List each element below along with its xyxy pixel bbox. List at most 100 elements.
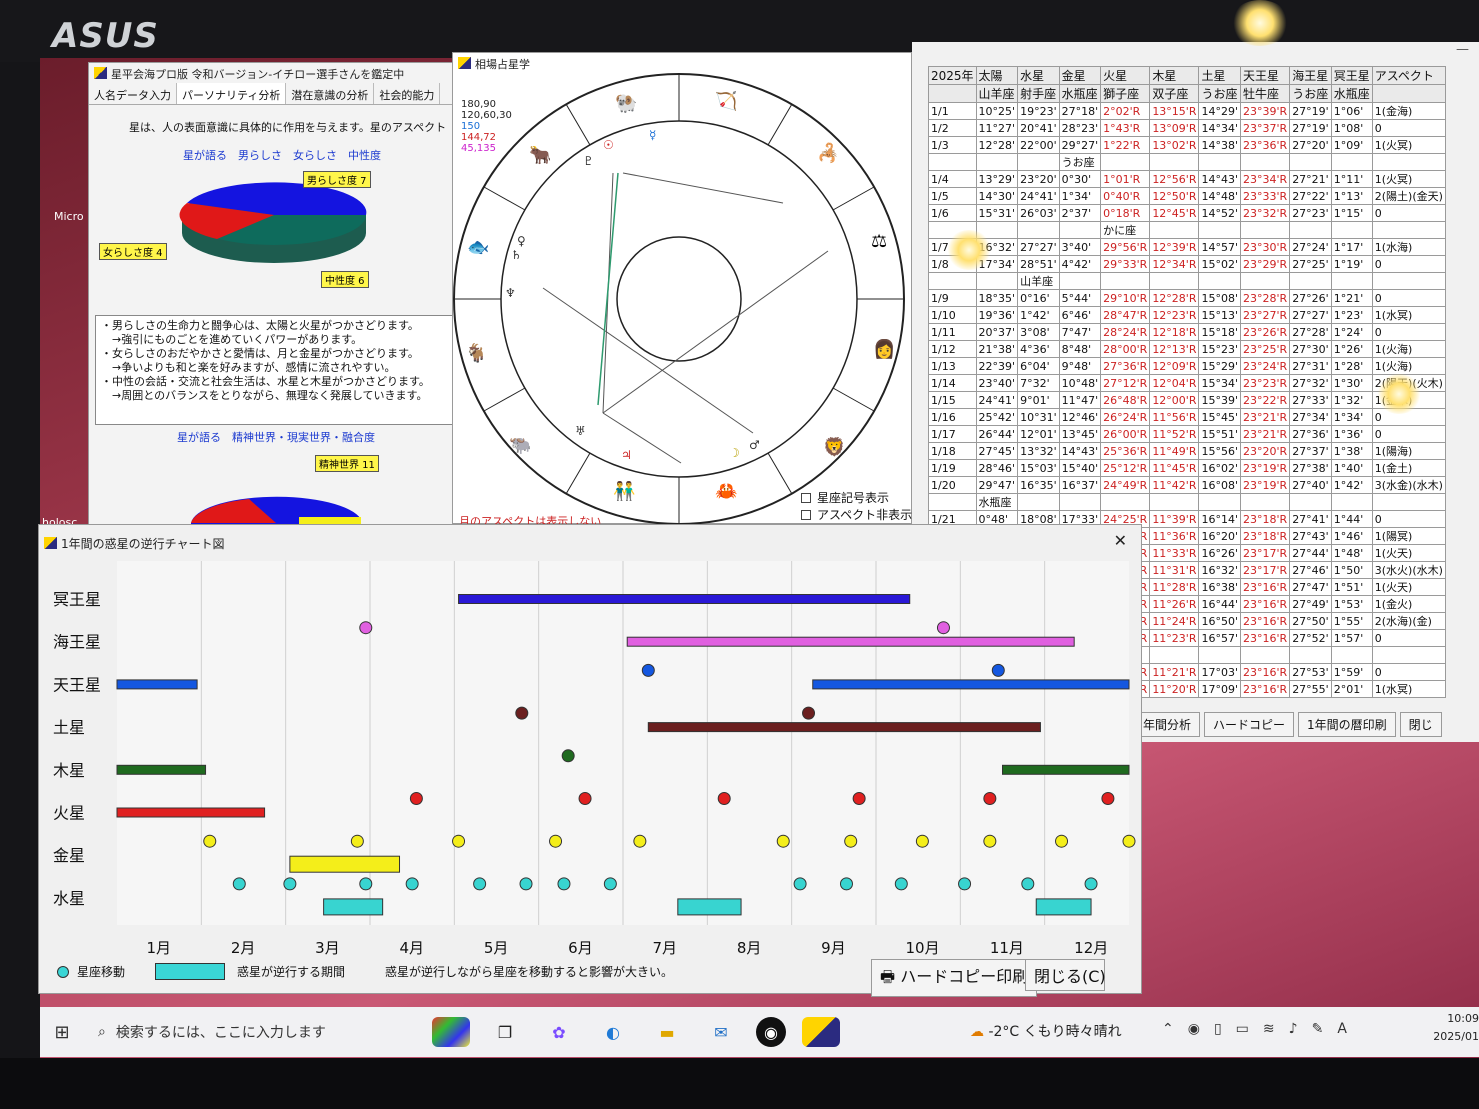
annual-analysis-button[interactable]: 年間分析 [1134,712,1201,737]
legend-note: 惑星が逆行しながら星座を移動すると影響が大きい。 [385,965,674,979]
table-cell: 13°29' [975,170,1019,188]
window-titlebar[interactable]: 星平会海プロ版 令和バージョン-イチロー選手さんを鑑定中 [89,63,459,83]
sign-symbol-checkbox[interactable]: 星座記号表示 [801,489,889,506]
copilot-icon[interactable]: ✿ [540,1017,578,1047]
tab-personality[interactable]: パーソナリティ分析 [177,83,287,104]
desktop-icon-label[interactable]: Micro [54,210,84,223]
table-cell: 27°33' [1289,391,1332,409]
hardcopy-button[interactable]: ハードコピー [1204,712,1295,737]
description-line: →周囲とのバランスをとりながら、無理なく発展していきます。 [101,389,428,402]
table-cell: 11°36'R [1149,527,1200,545]
sign-change-dot [452,834,466,848]
volume-icon[interactable]: ♪ [1289,1021,1312,1037]
table-cell: 23°39'R [1240,102,1291,120]
table-cell: 11°42'R [1149,476,1200,494]
task-view-icon[interactable]: ❐ [486,1017,524,1047]
table-cell: 14°34' [1198,119,1242,137]
sign-change-dot [515,706,529,720]
table-cell [1149,493,1200,511]
table-cell: 27°44' [1289,544,1332,562]
astrology-app-icon[interactable] [802,1017,840,1047]
pen-icon[interactable]: ✎ [1312,1021,1338,1037]
rubik-app-icon[interactable] [432,1017,470,1047]
table-cell: 27°24' [1289,238,1332,256]
table-cell: 1/9 [928,289,977,307]
sign-change-dot [641,663,655,677]
sign-change-dot [283,877,297,891]
planet-label: 水星 [53,889,85,908]
aries-icon: 🐏 [615,93,637,114]
table-cell: 12°09'R [1149,357,1200,375]
edge-icon[interactable]: ◐ [594,1017,632,1047]
file-explorer-icon[interactable]: ▬ [648,1017,686,1047]
table-cell: 23°28'R [1240,289,1291,307]
table-cell: 1°53' [1330,595,1373,613]
uranus-glyph-icon: ♅ [575,424,586,438]
table-cell: 0°30' [1058,170,1102,188]
table-cell: 9°01' [1017,391,1060,409]
table-cell: 15°51' [1198,425,1242,443]
table-cell [1330,153,1373,171]
weather-widget[interactable]: ☁ -2°C くもり時々晴れ [970,1021,1122,1041]
tab-social[interactable]: 社会的能力 [374,83,441,104]
table-cell: 1°32' [1330,391,1373,409]
table-cell: 11°26'R [1149,595,1200,613]
table-row: 1/19 28°46' 15°03' 15°40' 25°12'R 11°45'R 16°0… [928,459,1446,477]
chart-legend: 星座移動 惑星が逆行する期間 惑星が逆行しながら星座を移動すると影響が大きい。 [57,963,673,980]
system-tray[interactable]: ⌃◉▯▭≋♪✎A [1162,1021,1361,1037]
window-titlebar[interactable]: 1年間の惑星の逆行チャート図 [39,525,1141,559]
mail-icon[interactable]: ✉ [702,1017,740,1047]
month-label: 1月 [147,939,172,957]
month-label: 3月 [315,939,340,957]
close-window-button[interactable]: 閉じる(C) [1025,959,1106,991]
clock[interactable]: 10:09 2025/01 [1433,1010,1479,1046]
table-cell [1289,493,1332,511]
hide-aspect-checkbox[interactable]: アスペクト非表示 [801,506,912,523]
table-cell: 23°30'R [1240,238,1291,256]
taskbar-search[interactable]: ⌕ 検索するには、ここに入力します [84,1012,424,1052]
table-cell: 28°46' [975,459,1019,477]
light-glare [1376,374,1422,414]
retrograde-bar [116,764,207,775]
phone-link-icon[interactable]: ▯ [1214,1021,1236,1037]
close-icon[interactable]: ✕ [1114,531,1127,550]
table-cell: 1°13' [1330,187,1373,205]
hardcopy-print-button[interactable]: 🖶 ハードコピー印刷 [871,959,1038,997]
asus-app-icon[interactable]: ◉ [756,1017,786,1047]
print-year-calendar-button[interactable]: 1年間の暦印刷 [1298,712,1396,737]
sign-change-dot [1021,877,1035,891]
table-cell: 山羊座 [975,84,1019,103]
table-cell: 1°48' [1330,544,1373,562]
section-heading: 星が語る 精神世界・現実世界・融合度 [177,431,375,444]
tab-subconscious[interactable]: 潜在意識の分析 [286,83,375,104]
table-cell: 1/16 [928,408,977,426]
windows-start-icon[interactable]: ⊞ [40,1022,84,1043]
wifi-icon[interactable]: ≋ [1263,1021,1289,1037]
table-cell: 27°31' [1289,357,1332,375]
table-cell: 水瓶座 [1330,84,1373,103]
zodiac-figures: 🐏 🏹 🐂 🦂 🐟 ⚖ 🐐 👩 🐃 🦁 👬 🦀 [465,90,895,502]
table-cell: 27°18' [1058,102,1102,120]
table-cell: 14°57' [1198,238,1242,256]
sign-change-dot [359,621,373,635]
tab-name-data[interactable]: 人名データ入力 [89,83,177,104]
close-button[interactable]: 閉じ [1399,712,1442,737]
table-cell: 1°22'R [1100,136,1151,154]
table-cell: 16°37' [1058,476,1102,494]
table-cell: 16°26' [1198,544,1242,562]
record-icon[interactable]: ◉ [1188,1021,1214,1037]
printer-icon: 🖶 [880,967,901,986]
sign-change-dot [561,749,575,763]
table-cell: 1°26' [1330,340,1373,358]
description-line: ・女らしさのおだやかさと愛情は、月と金星がつかさどります。 [101,347,419,360]
table-cell: 13°32' [1017,442,1060,460]
chevron-up-icon[interactable]: ⌃ [1162,1021,1188,1037]
table-cell: 15°31' [975,204,1019,222]
month-label: 7月 [653,939,678,957]
table-cell: 23°33'R [1240,187,1291,205]
ime-icon[interactable]: A [1337,1021,1361,1037]
window-controls[interactable]: — [1456,42,1469,57]
table-cell: 27°19' [1289,119,1332,137]
table-cell: 14°38' [1198,136,1242,154]
battery-icon[interactable]: ▭ [1236,1021,1263,1037]
